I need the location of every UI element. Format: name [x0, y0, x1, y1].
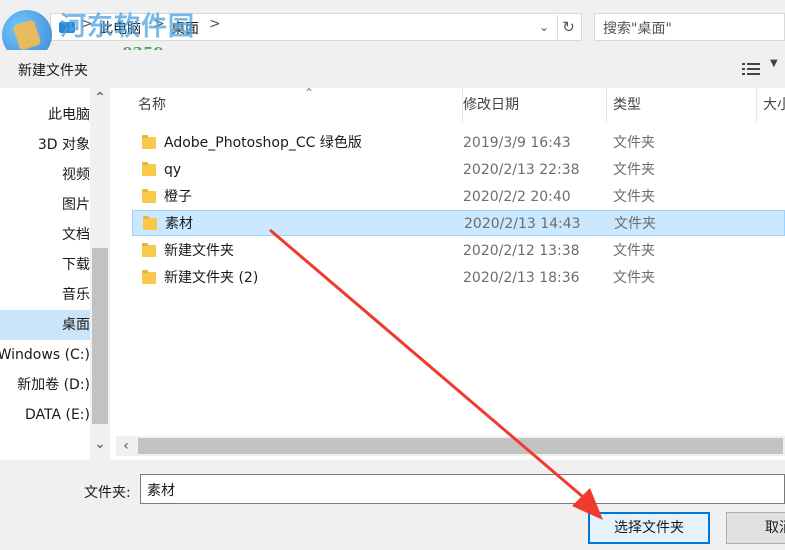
- breadcrumb-separator: >: [209, 16, 221, 32]
- file-date: 2020/2/13 18:36: [463, 270, 580, 286]
- view-details-icon[interactable]: [742, 62, 760, 76]
- file-row[interactable]: qy 2020/2/13 22:38 文件夹: [132, 157, 785, 183]
- file-date: 2019/3/9 16:43: [463, 135, 571, 151]
- chevron-down-icon[interactable]: ▼: [770, 58, 778, 69]
- nav-item-videos[interactable]: 视频: [0, 160, 90, 190]
- file-row[interactable]: 新建文件夹 (2) 2020/2/13 18:36 文件夹: [132, 265, 785, 291]
- folder-label: 文件夹:: [84, 485, 131, 501]
- file-date: 2020/2/2 20:40: [463, 189, 571, 205]
- nav-item-desktop[interactable]: 桌面: [0, 310, 90, 340]
- file-name: qy: [164, 162, 182, 178]
- horizontal-scrollbar[interactable]: ‹: [116, 436, 785, 456]
- new-folder-button[interactable]: 新建文件夹: [18, 60, 88, 80]
- search-input[interactable]: 搜索"桌面": [594, 13, 785, 41]
- file-type: 文件夹: [613, 189, 655, 205]
- nav-scrollbar-thumb[interactable]: [92, 248, 108, 424]
- file-type: 文件夹: [614, 216, 656, 232]
- select-folder-button[interactable]: 选择文件夹: [588, 512, 710, 544]
- column-header-date[interactable]: 修改日期: [457, 88, 607, 122]
- column-header-type[interactable]: 类型: [607, 88, 757, 122]
- file-row[interactable]: 新建文件夹 2020/2/12 13:38 文件夹: [132, 238, 785, 264]
- nav-item-3d-objects[interactable]: 3D 对象: [0, 130, 90, 160]
- folder-icon: [142, 135, 156, 149]
- nav-item-drive-e[interactable]: DATA (E:): [0, 400, 90, 430]
- refresh-icon[interactable]: ↻: [557, 15, 579, 39]
- scroll-up-icon[interactable]: ⌃: [90, 90, 110, 110]
- folder-icon: [142, 162, 156, 176]
- folder-icon: [142, 243, 156, 257]
- folder-icon: [142, 189, 156, 203]
- file-type: 文件夹: [613, 162, 655, 178]
- scroll-down-icon[interactable]: ⌄: [90, 436, 110, 456]
- file-date: 2020/2/13 22:38: [463, 162, 580, 178]
- nav-item-downloads[interactable]: 下载: [0, 250, 90, 280]
- nav-item-pictures[interactable]: 图片: [0, 190, 90, 220]
- dialog-footer: 文件夹: 素材 选择文件夹 取消: [0, 460, 785, 550]
- folder-icon: [143, 216, 157, 230]
- toolbar: 新建文件夹 ▼: [0, 50, 785, 88]
- sort-ascending-icon: ⌃: [304, 86, 315, 100]
- file-row-selected[interactable]: 素材 2020/2/13 14:43 文件夹: [132, 210, 785, 236]
- file-row[interactable]: Adobe_Photoshop_CC 绿色版 2019/3/9 16:43 文件…: [132, 130, 785, 156]
- column-header-name[interactable]: 名称 ⌃: [132, 86, 463, 122]
- horizontal-scrollbar-thumb[interactable]: [138, 438, 783, 454]
- navigation-pane: 此电脑 3D 对象 视频 图片 文档 下载 音乐 桌面 Windows (C:)…: [0, 88, 112, 460]
- nav-item-drive-d[interactable]: 新加卷 (D:): [0, 370, 90, 400]
- nav-item-music[interactable]: 音乐: [0, 280, 90, 310]
- file-name: 新建文件夹 (2): [164, 270, 259, 286]
- nav-item-documents[interactable]: 文档: [0, 220, 90, 250]
- file-type: 文件夹: [613, 243, 655, 259]
- file-name: 橙子: [164, 189, 192, 205]
- file-type: 文件夹: [613, 270, 655, 286]
- folder-name-input[interactable]: 素材: [140, 474, 785, 504]
- watermark-title: 河东软件园: [60, 12, 196, 42]
- folder-icon: [142, 270, 156, 284]
- file-type: 文件夹: [613, 135, 655, 151]
- file-list: 名称 ⌃ 修改日期 类型 大小 Adobe_Photoshop_CC 绿色版 20…: [112, 86, 785, 460]
- nav-scrollbar[interactable]: ⌃ ⌄: [90, 88, 110, 460]
- chevron-down-icon[interactable]: ⌄: [535, 16, 553, 38]
- cancel-button[interactable]: 取消: [726, 512, 785, 544]
- file-row[interactable]: 橙子 2020/2/2 20:40 文件夹: [132, 184, 785, 210]
- file-name: Adobe_Photoshop_CC 绿色版: [164, 135, 362, 151]
- file-name: 新建文件夹: [164, 243, 234, 259]
- nav-item-drive-c[interactable]: Windows (C:): [0, 340, 90, 370]
- column-header-size[interactable]: 大小: [757, 88, 785, 122]
- file-name: 素材: [165, 216, 193, 232]
- file-date: 2020/2/13 14:43: [464, 216, 581, 232]
- file-date: 2020/2/12 13:38: [463, 243, 580, 259]
- scroll-left-icon[interactable]: ‹: [116, 436, 136, 456]
- nav-item-this-pc[interactable]: 此电脑: [0, 100, 90, 130]
